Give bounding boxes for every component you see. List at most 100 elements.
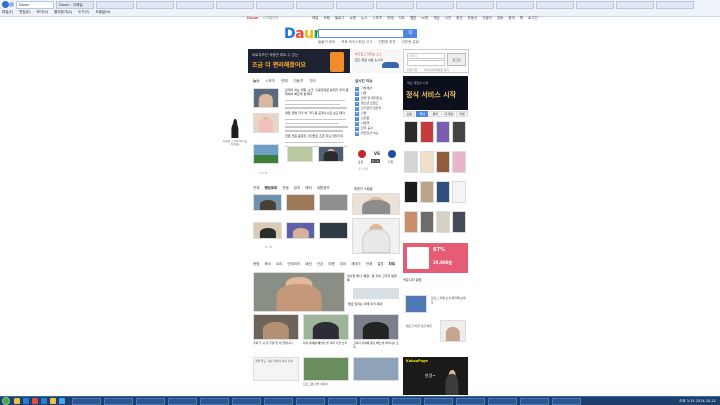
search-sub-link[interactable]: 포토 보이스피싱 신고 bbox=[341, 40, 372, 45]
tab-photo[interactable]: 전체 bbox=[253, 186, 259, 191]
story-title-7[interactable]: 프로그램 관련 이야기 bbox=[303, 382, 349, 387]
taskbar-window-button[interactable] bbox=[552, 398, 581, 405]
taskbar-window-button[interactable] bbox=[424, 398, 453, 405]
shop-product-image[interactable] bbox=[452, 181, 466, 203]
taskbar-app-icon[interactable] bbox=[32, 398, 38, 404]
browser-tab[interactable] bbox=[216, 1, 254, 9]
kakao-page-ad[interactable]: KakaoPage 안녕~ bbox=[403, 357, 468, 395]
browser-tab[interactable]: Daum bbox=[16, 1, 54, 9]
tab-lifestyle[interactable]: 육아 bbox=[264, 262, 270, 267]
shop-product-image[interactable] bbox=[436, 211, 450, 233]
tab-photo[interactable]: 해외 bbox=[305, 186, 311, 191]
service-link[interactable]: 부동산 bbox=[468, 16, 478, 21]
shop-product-image[interactable] bbox=[420, 211, 434, 233]
service-link[interactable]: 지도 bbox=[399, 16, 405, 21]
service-link[interactable]: 음악 bbox=[508, 16, 514, 21]
login-pw-field[interactable] bbox=[407, 60, 445, 66]
story-thumb-2[interactable] bbox=[353, 288, 399, 299]
tab-lifestyle[interactable]: 건강 bbox=[317, 262, 323, 267]
photo-5[interactable] bbox=[286, 222, 315, 239]
story-title-5[interactable]: 고비자 관계에 등신 빠르게 이어지는 소식 bbox=[353, 341, 399, 349]
tab-lifestyle[interactable]: 취미 bbox=[340, 262, 346, 267]
photo-special-2[interactable] bbox=[352, 218, 400, 254]
service-link[interactable]: 블로그 bbox=[335, 16, 345, 21]
tab-shop[interactable]: 패션 bbox=[416, 111, 429, 117]
taskbar-window-button[interactable] bbox=[328, 398, 357, 405]
tab-lifestyle[interactable]: 요리 bbox=[276, 262, 282, 267]
taskbar-window-button[interactable] bbox=[296, 398, 325, 405]
shop-product-image[interactable] bbox=[436, 151, 450, 173]
shop-product-image[interactable] bbox=[452, 211, 466, 233]
story-thumb-4[interactable] bbox=[303, 314, 349, 340]
menu-item[interactable]: 파일(F) bbox=[2, 10, 13, 15]
sports-widget[interactable]: VS 포항 인천 2 : 1 경기 결과 bbox=[355, 145, 401, 173]
browser-tab[interactable] bbox=[576, 1, 614, 9]
shop-product-image[interactable] bbox=[404, 151, 418, 173]
story-title-6[interactable]: 경찰 끌고 가는 전지적 사진 기사 bbox=[255, 359, 297, 364]
taskbar-window-button[interactable] bbox=[360, 398, 389, 405]
shop-product-image[interactable] bbox=[420, 151, 434, 173]
taskbar-app-icon[interactable] bbox=[14, 398, 20, 404]
signup-link[interactable]: 회원가입 bbox=[407, 68, 417, 72]
service-link[interactable]: 뉴스 bbox=[361, 16, 367, 21]
headline-3[interactable]: 한편 전원 동일한 사진들로 조금 주요 마찬가지 bbox=[285, 134, 349, 142]
news-thumb-5[interactable] bbox=[318, 146, 344, 162]
browser-tab[interactable] bbox=[376, 1, 414, 9]
mid-ad[interactable]: 부드럽고 맛있는 소스 펀드 피로 쉬운 소시지 bbox=[352, 49, 402, 73]
story-thumb-8[interactable] bbox=[353, 357, 399, 381]
photo-pager[interactable]: 1 / 5 bbox=[265, 245, 272, 249]
service-link[interactable]: 사전 bbox=[445, 16, 451, 21]
tab-news[interactable]: 뉴스 bbox=[253, 79, 259, 84]
taskbar-window-button[interactable] bbox=[104, 398, 133, 405]
tab-photo[interactable]: 생활정보 bbox=[317, 186, 330, 191]
news-pager[interactable]: 1 / 5 bbox=[260, 171, 267, 175]
tab-lifestyle[interactable]: 종합 bbox=[253, 262, 259, 267]
taskbar-app-icon[interactable] bbox=[41, 398, 47, 404]
service-link[interactable]: 책 bbox=[520, 16, 523, 21]
news-thumb-4[interactable] bbox=[287, 146, 313, 162]
browser-tab[interactable] bbox=[656, 1, 694, 9]
photo-special-1[interactable] bbox=[352, 193, 400, 215]
cafe-item-1[interactable]: 블로그 카페 소식 확인해 보세요 bbox=[431, 296, 467, 304]
service-link[interactable]: 연예 bbox=[387, 16, 393, 21]
service-link[interactable]: 쇼핑 bbox=[350, 16, 356, 21]
taskbar-window-button[interactable] bbox=[520, 398, 549, 405]
tab-photo[interactable]: 정치 bbox=[294, 186, 300, 191]
browser-tab[interactable] bbox=[456, 1, 494, 9]
taskbar-window-button[interactable] bbox=[72, 398, 101, 405]
story-title-4[interactable]: 미식 세계를 빼앗겨 본 나의 가을 소식 bbox=[303, 341, 349, 346]
service-link[interactable]: 영화 bbox=[497, 16, 503, 21]
tab-lifestyle[interactable]: 결혼 bbox=[377, 262, 383, 267]
taskbar-app-icon[interactable] bbox=[50, 398, 56, 404]
tab-lifestyle[interactable]: 연애 bbox=[366, 262, 372, 267]
story-title-2[interactable]: 발로 달리는 미래 우리 세대 bbox=[348, 302, 400, 306]
shop-product-image[interactable] bbox=[436, 181, 450, 203]
tab-news[interactable]: 연예 bbox=[281, 79, 287, 84]
photo-1[interactable] bbox=[253, 194, 282, 211]
tab-shop[interactable]: 리빙 bbox=[455, 111, 469, 117]
browser-tab[interactable] bbox=[536, 1, 574, 9]
search-sub-link[interactable]: 전원형 피자 bbox=[378, 40, 395, 45]
service-link[interactable]: 증권 bbox=[456, 16, 462, 21]
browser-tab[interactable] bbox=[616, 1, 654, 9]
menu-item[interactable]: 보기(V) bbox=[37, 10, 49, 15]
menu-item[interactable]: 도구(T) bbox=[78, 10, 89, 15]
back-button-icon[interactable] bbox=[2, 1, 9, 8]
shop-product-image[interactable] bbox=[420, 181, 434, 203]
service-link[interactable]: 게임 bbox=[433, 16, 439, 21]
startpage-link[interactable]: 시작페이지 bbox=[262, 16, 278, 21]
service-link[interactable]: 로그인 bbox=[528, 16, 538, 21]
photo-4[interactable] bbox=[253, 222, 282, 239]
search-input[interactable] bbox=[318, 29, 404, 38]
story-title-3[interactable]: 국외 두 사 참 주문 밥 이 말합니다 bbox=[253, 341, 299, 346]
gmarket-ad[interactable]: 87% 29,800원 bbox=[403, 243, 468, 273]
menu-item[interactable]: 편집(E) bbox=[19, 10, 30, 15]
side-ad[interactable]: 탁상한 그 문제 여러 풀어보세요 bbox=[223, 116, 247, 150]
tab-lifestyle[interactable]: 인테리어 bbox=[287, 262, 300, 267]
menu-item[interactable]: 도움말(H) bbox=[95, 10, 110, 15]
search-sub-link[interactable]: 아웃현 걸림 bbox=[402, 40, 419, 45]
browser-tab[interactable] bbox=[136, 1, 174, 9]
menu-item[interactable]: 즐겨찾기(A) bbox=[54, 10, 72, 15]
cafe-item-2[interactable]: 캠프 인기글 지금 확인 bbox=[406, 324, 438, 329]
browser-tab[interactable] bbox=[296, 1, 334, 9]
